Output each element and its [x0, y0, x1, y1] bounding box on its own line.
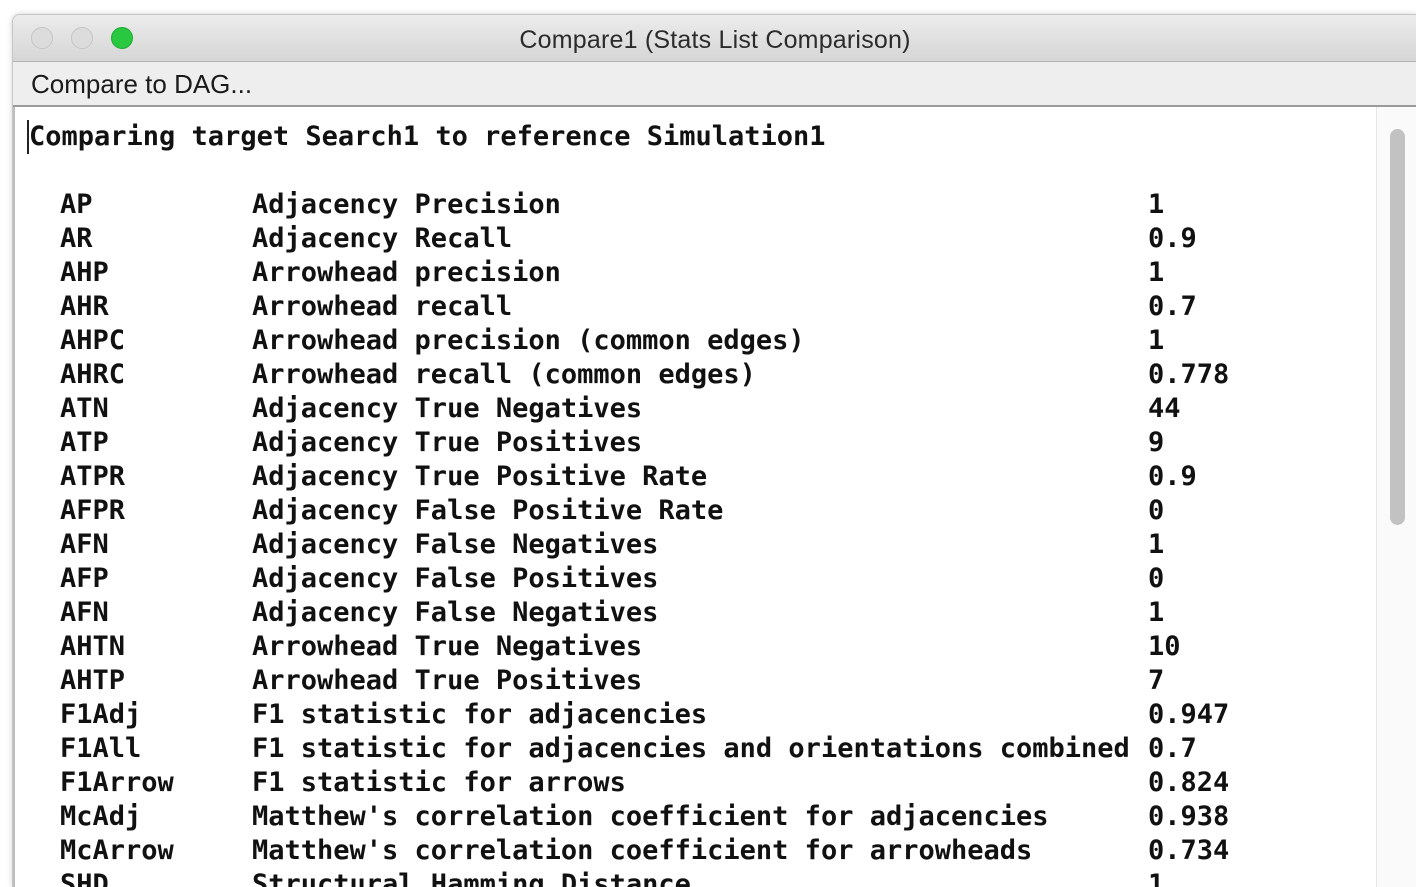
stat-value: 44	[1148, 393, 1181, 424]
stat-value: 7	[1148, 665, 1165, 696]
stat-value: 1	[1148, 189, 1165, 220]
stat-row: AFP Adjacency False Positives 0	[27, 562, 1377, 596]
stat-abbreviation: ATN	[60, 393, 109, 424]
stat-description: Arrowhead recall (common edges)	[252, 359, 756, 390]
stat-row: AHR Arrowhead recall 0.7	[27, 290, 1377, 324]
stat-row: ATP Adjacency True Positives 9	[27, 426, 1377, 460]
stat-description: Adjacency True Positive Rate	[252, 461, 708, 492]
stat-row: ATPR Adjacency True Positive Rate 0.9	[27, 460, 1377, 494]
stat-description: Arrowhead recall	[252, 291, 513, 322]
stat-abbreviation: F1All	[60, 733, 142, 764]
stat-abbreviation: AFN	[60, 529, 109, 560]
stat-row: AFN Adjacency False Negatives 1	[27, 528, 1377, 562]
stat-row: AHP Arrowhead precision 1	[27, 256, 1377, 290]
stat-value: 1	[1148, 529, 1165, 560]
stat-row: McAdj Matthew's correlation coefficient f…	[27, 800, 1377, 834]
stat-description: Adjacency False Negatives	[252, 529, 659, 560]
stat-abbreviation: AFPR	[60, 495, 126, 526]
stat-row: F1Arrow F1 statistic for arrows 0.824	[27, 766, 1377, 800]
stat-value: 0.824	[1148, 767, 1230, 798]
stat-row: SHD Structural Hamming Distance 1	[27, 868, 1377, 887]
stat-description: Adjacency False Positives	[252, 563, 659, 594]
stat-description: Arrowhead precision	[252, 257, 561, 288]
stat-abbreviation: ATPR	[60, 461, 126, 492]
stat-abbreviation: ATP	[60, 427, 109, 458]
stat-value: 0.947	[1148, 699, 1230, 730]
scrollbar-thumb[interactable]	[1390, 129, 1405, 525]
stat-abbreviation: AHP	[60, 257, 109, 288]
stat-value: 1	[1148, 869, 1165, 887]
stat-abbreviation: F1Arrow	[60, 767, 174, 798]
report-header: Comparing target Search1 to reference Si…	[27, 120, 826, 154]
stat-description: Adjacency False Negatives	[252, 597, 659, 628]
stat-description: Structural Hamming Distance	[252, 869, 691, 887]
stat-description: Arrowhead True Negatives	[252, 631, 643, 662]
stat-description: F1 statistic for adjacencies	[252, 699, 708, 730]
stat-abbreviation: AFN	[60, 597, 109, 628]
window-title: Compare1 (Stats List Comparison)	[519, 26, 911, 54]
stat-description: Arrowhead True Positives	[252, 665, 643, 696]
stat-row: AP Adjacency Precision 1	[27, 188, 1377, 222]
stat-value: 10	[1148, 631, 1181, 662]
stat-row: ATN Adjacency True Negatives 44	[27, 392, 1377, 426]
stat-value: 9	[1148, 427, 1165, 458]
stat-abbreviation: McArrow	[60, 835, 174, 866]
stat-abbreviation: SHD	[60, 869, 109, 887]
stat-value: 0	[1148, 495, 1165, 526]
report-pane: Comparing target Search1 to reference Si…	[13, 107, 1416, 887]
stat-abbreviation: AP	[60, 189, 93, 220]
stat-abbreviation: AFP	[60, 563, 109, 594]
stat-row: AHTN Arrowhead True Negatives 10	[27, 630, 1377, 664]
stat-row: AHPC Arrowhead precision (common edges) 1	[27, 324, 1377, 358]
stat-abbreviation: AHTN	[60, 631, 126, 662]
stat-abbreviation: AHTP	[60, 665, 126, 696]
stat-row: AHRC Arrowhead recall (common edges) 0.778	[27, 358, 1377, 392]
stat-abbreviation: AHPC	[60, 325, 126, 356]
stat-abbreviation: AHR	[60, 291, 109, 322]
stat-abbreviation: AHRC	[60, 359, 126, 390]
stat-value: 0.938	[1148, 801, 1230, 832]
stat-description: Matthew's correlation coefficient for ar…	[252, 835, 1033, 866]
stat-row: F1All F1 statistic for adjacencies and or…	[27, 732, 1377, 766]
stat-value: 0	[1148, 563, 1165, 594]
stat-description: Arrowhead precision (common edges)	[252, 325, 805, 356]
stat-description: Adjacency Recall	[252, 223, 513, 254]
stat-value: 1	[1148, 325, 1165, 356]
stat-abbreviation: F1Adj	[60, 699, 142, 730]
stat-value: 0.7	[1148, 733, 1197, 764]
stat-description: Adjacency False Positive Rate	[252, 495, 724, 526]
stat-value: 0.734	[1148, 835, 1230, 866]
stat-row: AFPR Adjacency False Positive Rate 0	[27, 494, 1377, 528]
title-bar[interactable]: Compare1 (Stats List Comparison)	[13, 15, 1416, 62]
stat-row: AFN Adjacency False Negatives 1	[27, 596, 1377, 630]
stat-abbreviation: McAdj	[60, 801, 142, 832]
stat-value: 0.9	[1148, 223, 1197, 254]
menu-bar: Compare to DAG...	[13, 62, 1416, 107]
stat-description: F1 statistic for arrows	[252, 767, 626, 798]
stat-description: F1 statistic for adjacencies and orienta…	[252, 733, 1130, 764]
stats-comparison-window: Compare1 (Stats List Comparison) Compare…	[12, 14, 1416, 887]
stats-list: AP Adjacency Precision 1 AR Adjacency Recall…	[27, 188, 1377, 887]
vertical-scrollbar[interactable]	[1376, 107, 1416, 887]
stat-abbreviation: AR	[60, 223, 93, 254]
stat-value: 0.778	[1148, 359, 1230, 390]
stat-row: AR Adjacency Recall 0.9	[27, 222, 1377, 256]
stat-value: 1	[1148, 257, 1165, 288]
stat-row: AHTP Arrowhead True Positives 7	[27, 664, 1377, 698]
stat-description: Adjacency True Negatives	[252, 393, 643, 424]
stat-value: 0.9	[1148, 461, 1197, 492]
stat-row: F1Adj F1 statistic for adjacencies 0.947	[27, 698, 1377, 732]
compare-to-dag-menu[interactable]: Compare to DAG...	[31, 69, 252, 100]
stat-value: 1	[1148, 597, 1165, 628]
stat-value: 0.7	[1148, 291, 1197, 322]
stat-description: Matthew's correlation coefficient for ad…	[252, 801, 1049, 832]
stat-description: Adjacency Precision	[252, 189, 561, 220]
stat-description: Adjacency True Positives	[252, 427, 643, 458]
report-text-area[interactable]: Comparing target Search1 to reference Si…	[27, 107, 1377, 887]
stat-row: McArrow Matthew's correlation coefficient…	[27, 834, 1377, 868]
